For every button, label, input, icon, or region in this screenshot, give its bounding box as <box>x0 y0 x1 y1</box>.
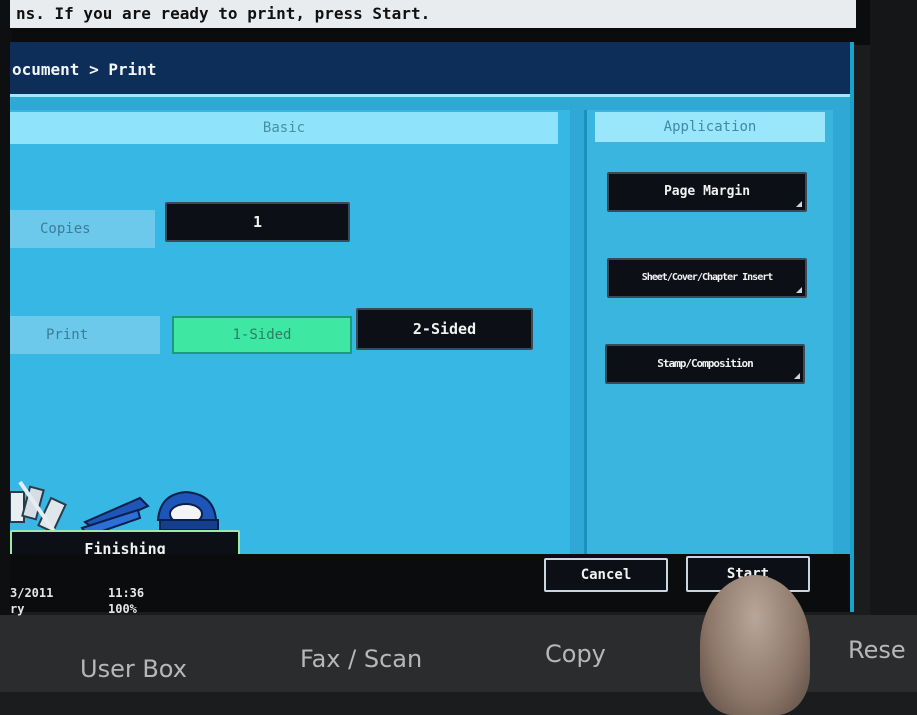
cancel-button[interactable]: Cancel <box>544 558 668 592</box>
sheet-cover-insert-button[interactable]: Sheet/Cover/Chapter Insert <box>607 258 807 298</box>
print-label: Print <box>10 316 160 354</box>
touch-screen: ocument > Print Basic Copies 1 Print 1-S… <box>9 42 854 616</box>
reset-key[interactable]: Rese <box>848 636 906 664</box>
hole-punch-icon <box>156 490 219 531</box>
print-2-sided-option[interactable]: 2-Sided <box>356 308 533 350</box>
page-margin-button[interactable]: Page Margin <box>607 172 807 212</box>
breadcrumb: ocument > Print <box>10 42 850 97</box>
status-memory-label: ry <box>10 602 25 616</box>
basic-panel: Basic Copies 1 Print 1-Sided 2-Sided Fin… <box>9 110 570 580</box>
copies-label: Copies <box>10 210 155 248</box>
status-time: 11:36 <box>108 586 145 600</box>
application-panel: Application Page Margin Sheet/Cover/Chap… <box>584 110 833 580</box>
copies-input[interactable]: 1 <box>165 202 350 242</box>
print-1-sided-option[interactable]: 1-Sided <box>172 316 352 354</box>
stamp-composition-button[interactable]: Stamp/Composition <box>605 344 805 384</box>
user-finger <box>700 575 810 715</box>
copy-key[interactable]: Copy <box>545 640 606 668</box>
user-box-key[interactable]: User Box <box>80 655 187 683</box>
device-bezel-right <box>870 0 917 692</box>
instruction-message: ns. If you are ready to print, press Sta… <box>10 0 856 31</box>
basic-header: Basic <box>10 112 558 144</box>
application-header: Application <box>595 112 825 142</box>
fax-scan-key[interactable]: Fax / Scan <box>300 645 422 673</box>
status-memory-value: 100% <box>108 602 137 616</box>
status-date: 3/2011 <box>10 586 54 600</box>
